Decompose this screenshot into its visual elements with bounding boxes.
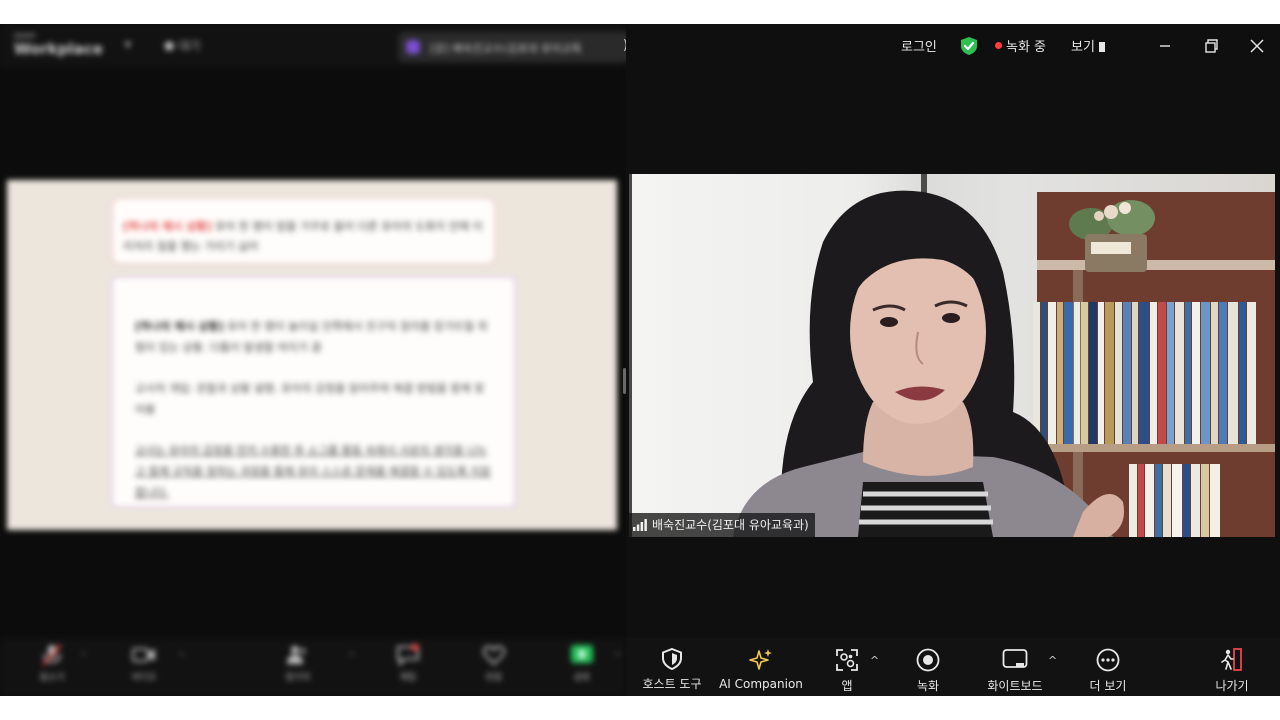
chat-icon	[397, 644, 419, 666]
close-icon[interactable]	[1245, 34, 1269, 58]
chevron-up-icon[interactable]: ^	[1048, 654, 1057, 667]
participants-label: 참가자	[285, 673, 311, 683]
leave-door-icon	[1221, 648, 1242, 671]
chevron-up-icon[interactable]: ^	[870, 654, 879, 667]
share-button[interactable]: 공유	[552, 644, 612, 683]
leave-label: 나가기	[1215, 679, 1249, 693]
recording-dot-icon	[995, 42, 1002, 49]
recording-status[interactable]: 녹화 중	[995, 36, 1046, 55]
record-icon	[916, 648, 940, 672]
meeting-toolbar: 호스트 도구 AI Companion 앱 ^ 녹화 화이트보드 ^ 더 보기 …	[626, 638, 1280, 696]
host-tools-label: 호스트 도구	[642, 677, 702, 691]
whiteboard-button[interactable]: 화이트보드	[982, 648, 1048, 694]
video-label: 비디오	[131, 673, 157, 683]
recording-label: 녹화 중	[1006, 40, 1047, 55]
chat-button[interactable]: 채팅	[378, 644, 438, 683]
mute-label: 음소거	[39, 673, 65, 683]
signal-strength-icon	[633, 515, 647, 537]
video-frame-edge	[629, 174, 632, 537]
chat-label: 채팅	[399, 673, 417, 683]
view-label: 보기	[1071, 40, 1095, 55]
share-label: 공유	[573, 673, 591, 683]
title-bar: 로그인 녹화 중 보기	[626, 24, 1280, 68]
participant-name: 배숙진교수(김포대 유아교육과)	[652, 518, 809, 532]
shield-check-icon[interactable]	[960, 36, 978, 60]
heart-icon	[482, 645, 506, 666]
more-label: 더 보기	[1089, 679, 1127, 693]
record-label: 녹화	[916, 679, 940, 693]
slide-callout-2: [하나의 예시 상황] 유아 한 명이 놀이실 안쪽에서 친구의 정리를 망가뜨…	[111, 276, 516, 508]
participant-video-tile[interactable]: 배숙진교수(김포대 유아교육과)	[629, 174, 1275, 537]
callout1-highlight: [하나의 예시 상황]	[123, 220, 212, 233]
ai-companion-label: AI Companion	[719, 677, 803, 691]
mute-button[interactable]: 음소거	[22, 644, 82, 683]
camera-icon	[132, 648, 155, 662]
share-screen-icon	[571, 645, 593, 663]
login-button[interactable]: 로그인	[901, 36, 937, 55]
brand-name: Workplace	[14, 40, 103, 58]
leave-button[interactable]: 나가기	[1210, 648, 1254, 694]
participants-icon	[287, 646, 306, 664]
brand-logo: zoom Workplace	[14, 32, 103, 57]
books-row-lower	[1129, 464, 1275, 537]
shared-screen-panel: zoom Workplace ▼ ⬢ 대기 [강] 배숙진교수(김포대 유아교육…	[0, 24, 626, 696]
view-layout-icon	[1098, 42, 1107, 52]
microphone-off-icon	[42, 644, 62, 666]
ai-sparkle-icon	[749, 649, 772, 670]
host-tools-button[interactable]: 호스트 도구	[640, 648, 704, 692]
chevron-up-icon[interactable]: ^	[348, 652, 356, 662]
view-button[interactable]: 보기	[1071, 36, 1107, 55]
zoom-app: zoom Workplace ▼ ⬢ 대기 [강] 배숙진교수(김포대 유아교육…	[0, 24, 1280, 696]
status-text: ⬢ 대기	[164, 39, 201, 53]
whiteboard-label: 화이트보드	[987, 679, 1043, 693]
presentation-slide: [하나의 예시 상황] 유아 한 명이 밥을 거꾸로 들어 다른 유아의 도화지…	[7, 180, 617, 530]
callout2-line3: 교사는 유아의 감정을 먼저 수용한 후 소그룹 활동 속에서 서로의 생각을 …	[135, 444, 491, 499]
meeting-panel: 로그인 녹화 중 보기 배숙진교수(김포대 유아교육과) 호스트 도구 AI C…	[626, 24, 1280, 696]
chevron-up-icon[interactable]: ^	[80, 652, 88, 662]
more-button[interactable]: 더 보기	[1084, 648, 1132, 694]
more-options-icon	[1096, 648, 1120, 672]
apps-icon	[836, 649, 858, 671]
chevron-down-icon[interactable]: ▼	[124, 40, 132, 51]
ai-companion-button[interactable]: AI Companion	[718, 648, 804, 691]
chevron-up-icon[interactable]: ^	[178, 652, 186, 662]
restore-icon[interactable]	[1199, 34, 1223, 58]
whiteboard-icon	[1002, 649, 1028, 668]
participant-person	[733, 190, 1124, 537]
callout2-line2: 교사의 개입: 관찰과 상황 설명, 유아의 감정을 읽어주며 해결 방법을 함…	[135, 382, 485, 416]
reactions-label: 반응	[485, 673, 503, 683]
reactions-button[interactable]: 반응	[464, 644, 524, 683]
minimize-icon[interactable]	[1153, 34, 1177, 58]
slide-callout-1: [하나의 예시 상황] 유아 한 명이 밥을 거꾸로 들어 다른 유아의 도화지…	[111, 197, 496, 265]
participant-name-tag: 배숙진교수(김포대 유아교육과)	[629, 513, 815, 537]
brand-top: zoom	[14, 31, 36, 40]
shield-icon	[662, 648, 682, 670]
meeting-pill-overlay: )	[398, 32, 626, 62]
chevron-up-icon[interactable]: ^	[614, 652, 622, 662]
callout2-heading: [하나의 예시 상황]	[135, 320, 224, 333]
apps-button[interactable]: 앱	[832, 648, 862, 694]
left-toolbar: 음소거 ^ 비디오 ^ 참가자 ^ 채팅 반응 공유 ^	[0, 638, 626, 696]
video-button[interactable]: 비디오	[114, 644, 174, 683]
apps-label: 앱	[841, 679, 853, 693]
record-button[interactable]: 녹화	[910, 648, 946, 694]
participants-button[interactable]: 참가자	[268, 644, 328, 683]
